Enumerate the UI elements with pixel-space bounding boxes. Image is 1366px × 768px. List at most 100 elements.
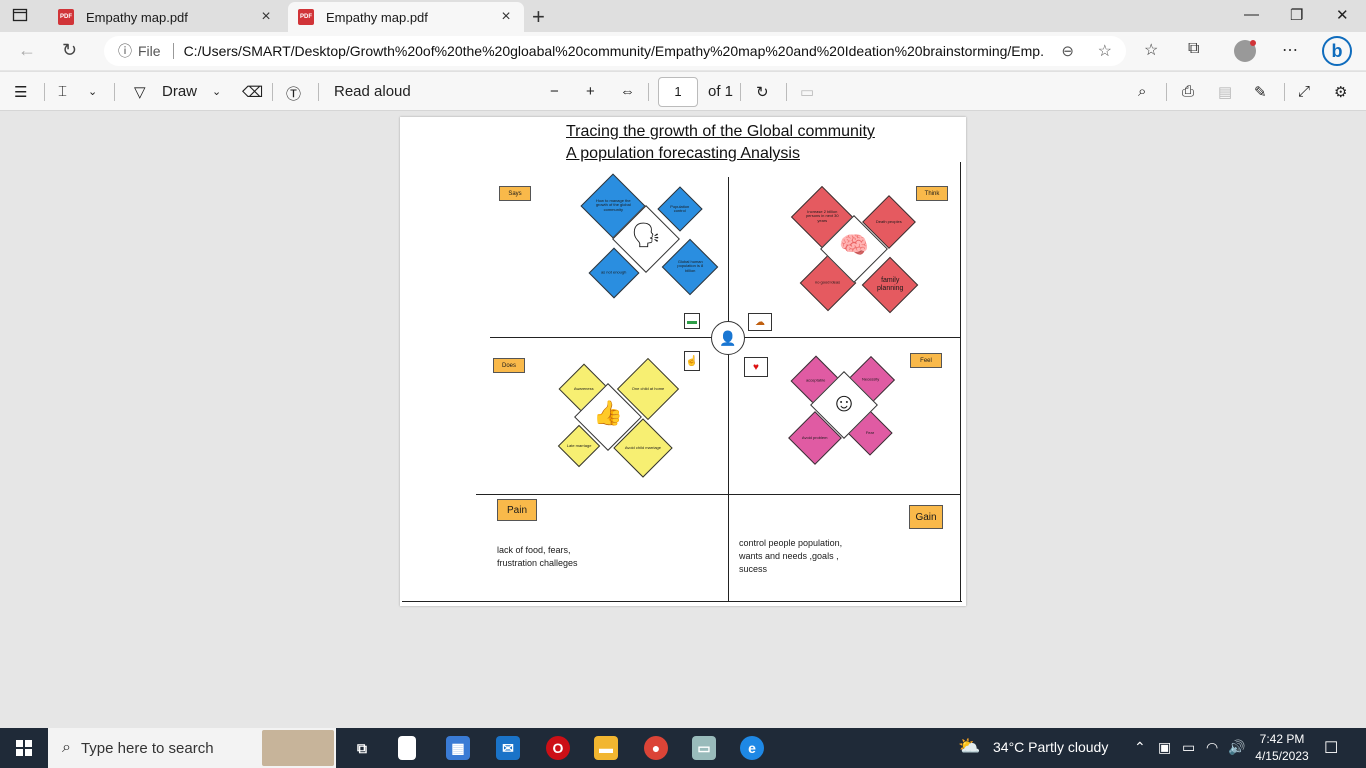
file-icon[interactable] (398, 736, 416, 760)
task-view-icon[interactable]: ⧉ (350, 736, 374, 760)
pdf-icon: PDF (298, 9, 314, 25)
file-label: File (138, 43, 161, 59)
weather-icon[interactable]: ⛅ (958, 736, 980, 757)
feel-tag: Feel (910, 353, 942, 368)
search-placeholder: Type here to search (80, 739, 214, 757)
chat-icon: ▬ (684, 313, 700, 329)
think-bubble-icon: ☁ (748, 313, 772, 331)
tab-actions-icon[interactable] (12, 7, 36, 25)
speaking-head-icon: 🗣 (630, 222, 662, 249)
pdf-toolbar: ☰ ⌶ ⌄ ▽ Draw ⌄ ⌫ Ⓣ Read aloud − + ⇔ 1 of… (0, 71, 1366, 111)
tab-strip: PDF Empathy map.pdf × PDF Empathy map.pd… (0, 0, 1366, 32)
pain-gain-divider (476, 494, 960, 495)
minimize-icon[interactable]: — (1244, 6, 1259, 23)
highlight-icon[interactable]: ⌶ (58, 83, 67, 100)
favorites-icon[interactable]: ☆ (1144, 40, 1158, 60)
windows-start-icon[interactable] (16, 740, 32, 756)
more-icon[interactable]: ⋯ (1282, 40, 1298, 60)
right-border (960, 162, 961, 601)
date: 4/15/2023 (1255, 749, 1309, 763)
meet-icon[interactable]: ▣ (1158, 739, 1171, 756)
divider (740, 83, 741, 101)
zoom-out-icon[interactable]: − (550, 83, 559, 100)
text-icon[interactable]: Ⓣ (286, 83, 301, 104)
page-total: of 1 (708, 83, 734, 100)
battery-icon[interactable]: ▭ (1182, 739, 1195, 756)
tab-empathy-map-2[interactable]: PDF Empathy map.pdf × (288, 2, 524, 32)
fit-page-icon[interactable]: ⇔ (620, 83, 635, 100)
close-icon[interactable]: × (258, 8, 274, 26)
print-icon[interactable]: ⎙ (1182, 83, 1194, 100)
save-icon: ▤ (1218, 84, 1233, 101)
tab-title: Empathy map.pdf (326, 9, 428, 25)
chevron-down-icon[interactable]: ⌄ (212, 85, 221, 98)
person-icon: 👤 (711, 321, 745, 355)
divider (1166, 83, 1167, 101)
add-favorite-icon[interactable]: ☆ (1098, 41, 1112, 61)
opera-icon[interactable]: O (546, 736, 570, 760)
pain-tag: Pain (497, 499, 537, 521)
divider (318, 83, 319, 101)
chevron-up-icon[interactable]: ⌃ (1134, 739, 1146, 756)
divider (786, 83, 787, 101)
remote-desktop-icon[interactable]: ▭ (692, 736, 716, 760)
zoom-in-icon[interactable]: + (586, 83, 595, 100)
weather-text[interactable]: 34°C Partly cloudy (993, 739, 1108, 755)
tab-empathy-map-1[interactable]: PDF Empathy map.pdf × (48, 2, 284, 32)
tab-title: Empathy map.pdf (86, 9, 188, 25)
fullscreen-icon[interactable]: ⤢ (1298, 83, 1310, 100)
taskbar: ⌕ Type here to search ⧉ ▦ ✉ O ▬ ● ▭ e ⛅ … (0, 728, 1366, 768)
mail-icon[interactable]: ✉ (496, 736, 520, 760)
gain-tag: Gain (909, 505, 943, 529)
thumbs-up-icon: 👍 (593, 400, 623, 427)
new-tab-button[interactable]: + (532, 4, 545, 30)
clock[interactable]: 7:42 PM 4/15/2023 (1254, 731, 1310, 765)
document-title: Tracing the growth of the Global communi… (566, 123, 875, 140)
draw-icon[interactable]: ▽ (134, 83, 146, 101)
chevron-down-icon[interactable]: ⌄ (88, 85, 97, 98)
edge-icon[interactable]: e (740, 736, 764, 760)
draw-button[interactable]: Draw (162, 83, 197, 100)
hand-icon: ☝ (684, 351, 700, 371)
notifications-icon[interactable]: ☐ (1324, 738, 1338, 758)
back-icon[interactable]: ← (18, 40, 36, 61)
url-text[interactable]: C:/Users/SMART/Desktop/Growth%20of%20the… (184, 43, 1044, 59)
restore-icon[interactable]: ❐ (1290, 6, 1303, 24)
navigation-bar: ← ↻ ⓘ File C:/Users/SMART/Desktop/Growth… (0, 32, 1366, 70)
search-icon[interactable]: ⌕ (1138, 83, 1146, 100)
save-as-icon[interactable]: ✎ (1254, 83, 1267, 101)
zoom-icon[interactable]: ⊖ (1061, 42, 1074, 60)
window-close-icon[interactable]: ✕ (1336, 6, 1349, 24)
read-aloud-button[interactable]: Read aloud (334, 83, 411, 100)
refresh-icon[interactable]: ↻ (62, 40, 77, 61)
close-icon[interactable]: × (498, 8, 514, 26)
heart-icon: ♥ (744, 357, 768, 377)
volume-icon[interactable]: 🔊 (1228, 739, 1245, 756)
info-icon[interactable]: ⓘ (118, 41, 132, 61)
divider (648, 83, 649, 101)
pain-text: lack of food, fears, frustration challeg… (497, 545, 578, 568)
does-tag: Does (493, 358, 525, 373)
bing-icon[interactable]: b (1322, 36, 1352, 66)
divider (114, 83, 115, 101)
eraser-icon[interactable]: ⌫ (242, 83, 263, 101)
settings-gear-icon[interactable]: ⚙ (1334, 83, 1347, 101)
chrome-icon[interactable]: ● (644, 736, 668, 760)
notification-dot (1250, 40, 1256, 46)
says-tag: Says (499, 186, 531, 201)
think-tag: Think (916, 186, 948, 201)
contents-icon[interactable]: ☰ (14, 83, 27, 101)
time: 7:42 PM (1259, 732, 1305, 746)
gain-text: control people population, wants and nee… (739, 538, 843, 574)
wifi-icon[interactable]: ◠ (1206, 739, 1218, 756)
brain-head-icon: 🧠 (839, 232, 869, 259)
collections-icon[interactable]: ⧉ (1188, 40, 1199, 58)
store-icon[interactable]: ▦ (446, 736, 470, 760)
page-number-input[interactable]: 1 (658, 77, 698, 107)
pdf-page: Tracing the growth of the Global communi… (400, 117, 966, 606)
file-explorer-icon[interactable]: ▬ (594, 736, 618, 760)
search-highlight-image (262, 730, 334, 766)
rotate-icon[interactable]: ↻ (756, 83, 769, 101)
document-subtitle: A population forecasting Analysis (566, 145, 800, 162)
address-bar[interactable]: ⓘ File C:/Users/SMART/Desktop/Growth%20o… (104, 36, 1126, 66)
